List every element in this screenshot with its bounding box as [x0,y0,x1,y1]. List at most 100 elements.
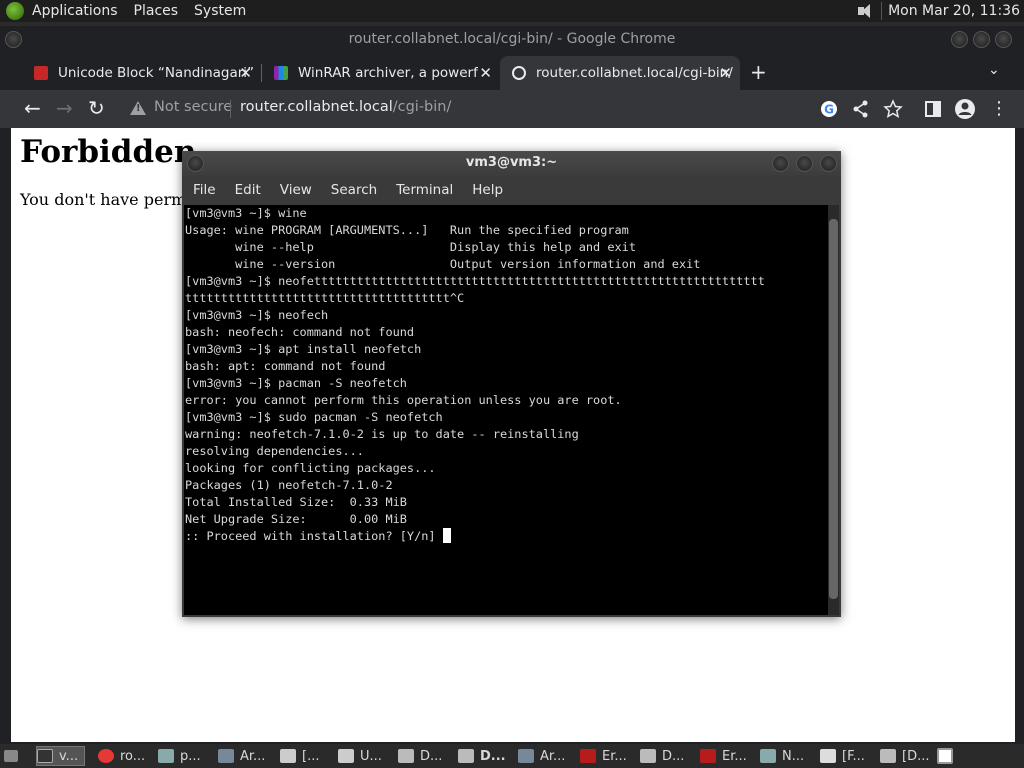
close-window-button[interactable] [820,155,837,172]
taskbar-item[interactable]: U... [338,746,382,766]
taskbar-item-label: Ar... [240,748,266,764]
tab-strip: Unicode Block “Nandinagari” ✕ WinRAR arc… [0,54,1024,90]
system-menu[interactable]: System [194,3,246,19]
terminal-line: wine --version Output version informatio… [185,257,701,271]
winrar-favicon-icon [274,66,288,80]
applications-menu[interactable]: Applications [32,3,118,19]
taskbar-item-label: [... [302,748,320,764]
taskbar-item-label: [D... [902,748,930,764]
svg-text:G: G [824,103,834,117]
terminal-window: vm3@vm3:~ File Edit View Search Terminal… [182,151,841,617]
terminal-output[interactable]: [vm3@vm3 ~]$ wine Usage: wine PROGRAM [AR… [184,205,828,615]
places-menu[interactable]: Places [134,3,179,19]
bookmark-star-icon[interactable] [883,99,903,119]
close-tab-icon[interactable]: ✕ [719,64,732,82]
taskbar-item[interactable]: [F... [820,746,865,766]
warning-icon[interactable] [130,101,146,115]
top-panel: Applications Places System Mon Mar 20, 1… [0,0,1024,22]
close-tab-icon[interactable]: ✕ [239,64,252,82]
terminal-line: [vm3@vm3 ~]$ apt install neofetch [185,342,422,356]
wine-app-icon [158,749,174,763]
folder-icon [640,749,656,763]
taskbar-item[interactable]: [... [280,746,319,766]
maximize-button[interactable] [796,155,813,172]
taskbar-item[interactable]: D... [398,746,442,766]
terminal-line: looking for conflicting packages... [185,461,436,475]
taskbar-item[interactable]: Ar... [518,746,565,766]
side-panel-icon[interactable] [923,99,943,119]
menu-search[interactable]: Search [331,182,377,198]
google-lens-icon[interactable]: G [819,99,839,119]
menu-terminal[interactable]: Terminal [396,182,453,198]
terminal-line: resolving dependencies... [185,444,364,458]
terminal-titlebar[interactable]: vm3@vm3:~ [182,151,841,176]
share-icon[interactable] [851,99,871,119]
terminal-line: error: you cannot perform this operation… [185,393,622,407]
taskbar-item[interactable]: Er... [580,746,627,766]
taskbar-item-label: D... [420,748,443,764]
taskbar-item[interactable]: D... [458,746,506,766]
window-menu-button[interactable] [5,31,22,48]
kebab-menu-icon[interactable]: ⋮ [990,98,1008,120]
terminal-scrollbar[interactable] [828,205,839,615]
reload-icon[interactable]: ↻ [88,97,105,119]
window-menu-button[interactable] [187,155,204,172]
volume-icon[interactable] [857,3,875,19]
clock[interactable]: Mon Mar 20, 11:36 [888,3,1020,19]
panel-tray: Mon Mar 20, 11:36 [857,0,1020,22]
workspace-switcher[interactable] [937,746,959,766]
tab-unicode-block[interactable]: Unicode Block “Nandinagari” ✕ [22,56,260,90]
url-text[interactable]: router.collabnet.local/cgi-bin/ [240,99,451,115]
unicode-favicon-icon [34,66,48,80]
taskbar-item[interactable]: N... [760,746,804,766]
chrome-titlebar[interactable]: router.collabnet.local/cgi-bin/ - Google… [0,26,1024,54]
address-bar[interactable]: Not secure router.collabnet.local/cgi-bi… [118,94,918,124]
scrollbar-thumb[interactable] [829,219,838,599]
folder-icon [880,749,896,763]
terminal-cursor [442,528,451,543]
terminal-menubar: File Edit View Search Terminal Help [182,176,841,203]
close-tab-icon[interactable]: ✕ [479,64,492,82]
show-desktop-button[interactable] [4,746,24,766]
not-secure-label[interactable]: Not secure [154,99,232,115]
terminal-line: [vm3@vm3 ~]$ neofetttttttttttttttttttttt… [185,274,765,288]
tab-winrar[interactable]: WinRAR archiver, a powerful t ✕ [262,56,500,90]
menu-view[interactable]: View [280,182,312,198]
profile-avatar-icon[interactable] [954,98,976,120]
taskbar-item[interactable]: D... [640,746,684,766]
menu-help[interactable]: Help [472,182,503,198]
omnibox-divider [230,100,231,118]
close-window-button[interactable] [995,31,1012,48]
back-arrow-icon[interactable]: ← [24,97,41,119]
terminal-line: :: Proceed with installation? [Y/n] [185,528,828,545]
chrome-toolbar: ← → ↻ Not secure router.collabnet.local/… [0,90,1024,128]
new-tab-button[interactable]: + [750,60,767,84]
terminal-line: Usage: wine PROGRAM [ARGUMENTS...] Run t… [185,223,629,237]
menu-edit[interactable]: Edit [235,182,261,198]
menu-file[interactable]: File [193,182,216,198]
globe-icon [512,66,526,80]
minimize-button[interactable] [772,155,789,172]
terminal-icon [37,749,53,763]
taskbar-item-label: U... [360,748,382,764]
terminal-line: Total Installed Size: 0.33 MiB [185,495,407,509]
taskbar-item[interactable]: v... [36,746,86,766]
minimize-button[interactable] [951,31,968,48]
taskbar-item[interactable]: p... [158,746,201,766]
taskbar-item[interactable]: ro... [98,746,145,766]
tab-search-chevron-icon[interactable]: ⌄ [988,62,1000,78]
taskbar-item-label: Er... [602,748,627,764]
folder-icon [458,749,474,763]
wine-glass-icon [700,749,716,763]
taskbar-item[interactable]: Er... [700,746,747,766]
tab-router-active[interactable]: router.collabnet.local/cgi-bin/ ✕ [500,56,740,90]
wine-glass-icon [580,749,596,763]
taskbar-item[interactable]: [D... [880,746,929,766]
taskbar-item[interactable]: Ar... [218,746,265,766]
gnome-foot-icon[interactable] [6,2,24,20]
maximize-button[interactable] [973,31,990,48]
url-path: /cgi-bin/ [392,99,452,115]
terminal-line: [vm3@vm3 ~]$ neofech [185,308,329,322]
taskbar-item-label: [F... [842,748,865,764]
forward-arrow-icon[interactable]: → [56,97,73,119]
